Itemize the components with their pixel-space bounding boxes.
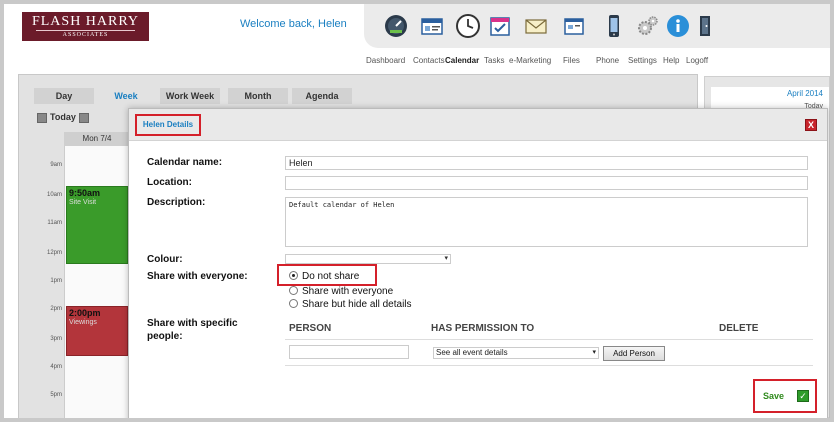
mini-calendar-month: April 2014 bbox=[786, 89, 823, 98]
tab-day[interactable]: Day bbox=[34, 88, 94, 104]
share-option-hide-details[interactable]: Share but hide all details bbox=[289, 299, 412, 310]
radio-selected-icon[interactable] bbox=[289, 271, 298, 280]
clock-icon[interactable] bbox=[456, 14, 480, 38]
radio-icon[interactable] bbox=[289, 286, 298, 295]
nav-files[interactable]: Files bbox=[563, 56, 580, 65]
calendar-name-label: Calendar name: bbox=[147, 157, 223, 168]
description-label: Description: bbox=[147, 197, 206, 208]
share-option-label: Do not share bbox=[302, 271, 360, 282]
dialog-title-bar: Helen Details X bbox=[129, 109, 827, 141]
time-label: 12pm bbox=[46, 250, 62, 256]
calendar-view-tabs: Day Week Work Week Month Agenda bbox=[26, 88, 696, 104]
location-input[interactable] bbox=[285, 176, 808, 190]
tasks-checklist-icon[interactable] bbox=[488, 14, 512, 38]
time-label: 3pm bbox=[50, 336, 62, 342]
calendar-details-dialog: Helen Details X Calendar name: Location:… bbox=[128, 108, 828, 418]
time-gutter: 9am 10am 11am 12pm 1pm 2pm 3pm 4pm 5pm bbox=[26, 146, 64, 418]
time-label: 11am bbox=[47, 220, 62, 226]
time-label: 2pm bbox=[50, 306, 62, 312]
time-label: 5pm bbox=[50, 392, 62, 398]
prev-arrow-icon[interactable] bbox=[37, 112, 47, 123]
share-option-label: Share but hide all details bbox=[302, 299, 412, 310]
company-logo[interactable]: FLASH HARRY ASSOCIATES bbox=[22, 12, 149, 41]
permission-select[interactable]: See all event details ▾ bbox=[433, 347, 599, 359]
chevron-down-icon: ▾ bbox=[444, 255, 448, 262]
add-person-button[interactable]: Add Person bbox=[603, 346, 665, 361]
share-specific-label-2: people: bbox=[147, 331, 183, 342]
gauge-icon[interactable] bbox=[384, 14, 408, 38]
welcome-message: Welcome back, Helen bbox=[240, 18, 347, 30]
nav-settings[interactable]: Settings bbox=[628, 56, 657, 65]
event-time: 2:00pm bbox=[69, 308, 101, 318]
calendar-name-input[interactable] bbox=[285, 156, 808, 170]
files-icon[interactable] bbox=[562, 14, 586, 38]
app-frame: FLASH HARRY ASSOCIATES Welcome back, Hel… bbox=[0, 0, 834, 422]
gear-icon[interactable] bbox=[636, 14, 660, 38]
nav-contacts[interactable]: Contacts bbox=[413, 56, 445, 65]
today-button[interactable]: Today bbox=[50, 112, 76, 122]
time-label: 4pm bbox=[50, 364, 62, 370]
next-arrow-icon[interactable] bbox=[78, 112, 89, 123]
permission-value: See all event details bbox=[436, 348, 508, 357]
colour-label: Colour: bbox=[147, 254, 183, 265]
time-label: 9am bbox=[50, 162, 62, 168]
today-nav: Today bbox=[34, 112, 92, 123]
share-everyone-label: Share with everyone: bbox=[147, 271, 248, 282]
save-button[interactable]: Save ✓ bbox=[753, 379, 817, 413]
share-option-label: Share with everyone bbox=[302, 286, 394, 297]
tab-week[interactable]: Week bbox=[96, 88, 156, 104]
nav-help[interactable]: Help bbox=[663, 56, 679, 65]
col-header-delete: DELETE bbox=[719, 323, 759, 334]
share-option-do-not-share[interactable]: Do not share bbox=[289, 271, 359, 282]
app-header: FLASH HARRY ASSOCIATES Welcome back, Hel… bbox=[4, 4, 830, 72]
day-column[interactable] bbox=[64, 132, 130, 418]
colour-select[interactable]: ▾ bbox=[285, 254, 451, 264]
time-label: 1pm bbox=[50, 278, 62, 284]
person-input[interactable] bbox=[289, 345, 409, 359]
location-label: Location: bbox=[147, 177, 192, 188]
chevron-down-icon: ▾ bbox=[592, 349, 596, 356]
share-option-share-everyone[interactable]: Share with everyone bbox=[289, 286, 393, 297]
check-icon: ✓ bbox=[797, 390, 809, 402]
nav-dashboard[interactable]: Dashboard bbox=[366, 56, 405, 65]
nav-calendar[interactable]: Calendar bbox=[445, 56, 479, 65]
calendar-event[interactable]: 9:50am Site Visit bbox=[66, 186, 128, 264]
contacts-card-icon[interactable] bbox=[420, 14, 444, 38]
logo-text-main: FLASH HARRY bbox=[31, 14, 140, 29]
nav-tasks[interactable]: Tasks bbox=[484, 56, 504, 65]
table-divider bbox=[285, 339, 813, 340]
nav-emarketing[interactable]: e-Marketing bbox=[509, 56, 551, 65]
day-header: Mon 7/4 bbox=[64, 132, 130, 146]
logoff-icon[interactable] bbox=[694, 14, 718, 38]
phone-icon[interactable] bbox=[602, 14, 626, 38]
table-divider bbox=[285, 365, 813, 366]
dialog-title: Helen Details bbox=[135, 114, 201, 136]
event-name: Viewings bbox=[69, 319, 97, 326]
event-time: 9:50am bbox=[69, 188, 101, 198]
close-icon[interactable]: X bbox=[805, 119, 817, 131]
time-label: 10am bbox=[46, 192, 62, 198]
description-textarea[interactable]: Default calendar of Helen bbox=[285, 197, 808, 247]
calendar-event[interactable]: 2:00pm Viewings bbox=[66, 306, 128, 356]
info-icon[interactable] bbox=[666, 14, 690, 38]
envelope-icon[interactable] bbox=[524, 14, 548, 38]
save-label: Save bbox=[763, 391, 785, 401]
radio-icon[interactable] bbox=[289, 299, 298, 308]
tab-agenda[interactable]: Agenda bbox=[292, 88, 352, 104]
col-header-permission: HAS PERMISSION TO bbox=[431, 323, 535, 334]
tab-work-week[interactable]: Work Week bbox=[160, 88, 220, 104]
logo-text-sub: ASSOCIATES bbox=[36, 30, 135, 39]
tab-month[interactable]: Month bbox=[228, 88, 288, 104]
nav-phone[interactable]: Phone bbox=[596, 56, 619, 65]
col-header-person: PERSON bbox=[289, 323, 332, 334]
event-name: Site Visit bbox=[69, 199, 97, 206]
share-specific-label: Share with specific bbox=[147, 318, 238, 329]
nav-logoff[interactable]: Logoff bbox=[686, 56, 708, 65]
